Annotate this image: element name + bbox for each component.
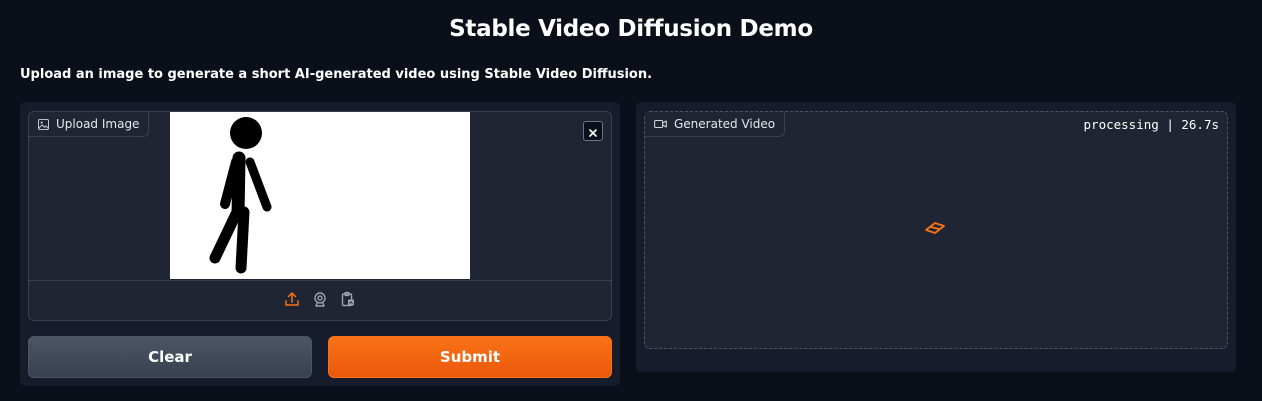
processing-status: processing | 26.7s [1083, 117, 1219, 132]
remove-image-button[interactable] [583, 121, 603, 141]
clipboard-icon [340, 291, 356, 311]
close-icon [589, 122, 597, 141]
submit-button[interactable]: Submit [328, 336, 612, 378]
upload-image-label-text: Upload Image [56, 117, 140, 131]
image-upload[interactable]: Upload Image [28, 111, 612, 321]
video-icon [654, 119, 667, 129]
clear-button-label: Clear [148, 348, 192, 366]
upload-source-toolbar [29, 280, 611, 320]
upload-source-button[interactable] [283, 292, 301, 310]
image-icon [38, 118, 49, 130]
output-panel: Generated Video processing | 26.7s [636, 102, 1236, 372]
clear-button[interactable]: Clear [28, 336, 312, 378]
page-title: Stable Video Diffusion Demo [449, 16, 813, 42]
webcam-icon [312, 291, 328, 311]
webcam-source-button[interactable] [311, 292, 329, 310]
upload-icon [284, 291, 300, 311]
clipboard-source-button[interactable] [339, 291, 357, 311]
generated-video-label: Generated Video [645, 112, 786, 137]
input-panel: Upload Image Clear Submit [20, 102, 620, 386]
upload-image-label: Upload Image [29, 112, 150, 137]
loading-spinner-icon [923, 220, 947, 240]
generated-video-output: Generated Video processing | 26.7s [644, 111, 1228, 349]
uploaded-image-preview [170, 112, 470, 279]
submit-button-label: Submit [439, 348, 501, 366]
page-description: Upload an image to generate a short AI-g… [20, 67, 653, 82]
stick-figure-image [209, 117, 272, 274]
generated-video-label-text: Generated Video [674, 117, 776, 131]
